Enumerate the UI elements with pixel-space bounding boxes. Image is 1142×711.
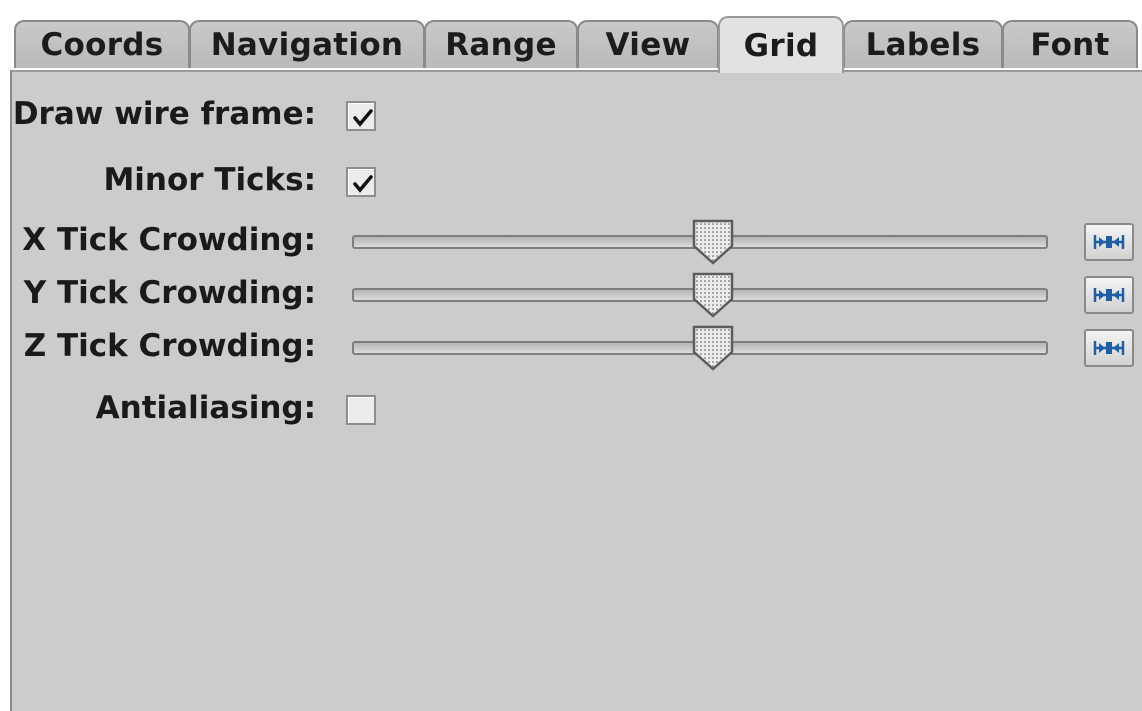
checkmark-icon — [353, 175, 373, 193]
tab-navigation[interactable]: Navigation — [189, 20, 425, 68]
x-crowding-reset-button[interactable] — [1084, 223, 1134, 261]
wire-frame-label: Draw wire frame: — [12, 96, 316, 132]
tab-grid[interactable]: Grid — [718, 16, 844, 73]
minor-ticks-checkbox[interactable] — [346, 167, 376, 197]
tab-label: Labels — [865, 27, 981, 63]
x-crowding-label: X Tick Crowding: — [22, 222, 316, 258]
z-crowding-label: Z Tick Crowding: — [23, 328, 316, 364]
tab-label: Font — [1030, 27, 1110, 63]
tab-label: View — [605, 27, 691, 63]
antialiasing-label: Antialiasing: — [95, 390, 316, 426]
reset-center-icon — [1093, 341, 1125, 355]
tab-coords[interactable]: Coords — [14, 20, 190, 68]
checkmark-icon — [353, 109, 373, 127]
wire-frame-checkbox[interactable] — [346, 101, 376, 131]
reset-center-icon — [1093, 288, 1125, 302]
tab-view[interactable]: View — [577, 20, 719, 68]
minor-ticks-label: Minor Ticks: — [103, 162, 316, 198]
antialiasing-checkbox[interactable] — [346, 395, 376, 425]
tab-labels[interactable]: Labels — [843, 20, 1003, 68]
y-crowding-reset-button[interactable] — [1084, 276, 1134, 314]
z-crowding-thumb[interactable] — [691, 324, 735, 372]
reset-center-icon — [1093, 235, 1125, 249]
tab-range[interactable]: Range — [424, 20, 578, 68]
tab-strip: Coords Navigation Range View Grid Labels… — [0, 0, 1142, 73]
tab-font[interactable]: Font — [1002, 20, 1138, 68]
y-crowding-label: Y Tick Crowding: — [23, 275, 316, 311]
x-crowding-thumb[interactable] — [691, 218, 735, 266]
tab-label: Range — [445, 27, 557, 63]
tab-label: Coords — [40, 27, 164, 63]
z-crowding-reset-button[interactable] — [1084, 329, 1134, 367]
tab-label: Grid — [743, 27, 819, 64]
tab-label: Navigation — [210, 27, 404, 63]
y-crowding-thumb[interactable] — [691, 271, 735, 319]
